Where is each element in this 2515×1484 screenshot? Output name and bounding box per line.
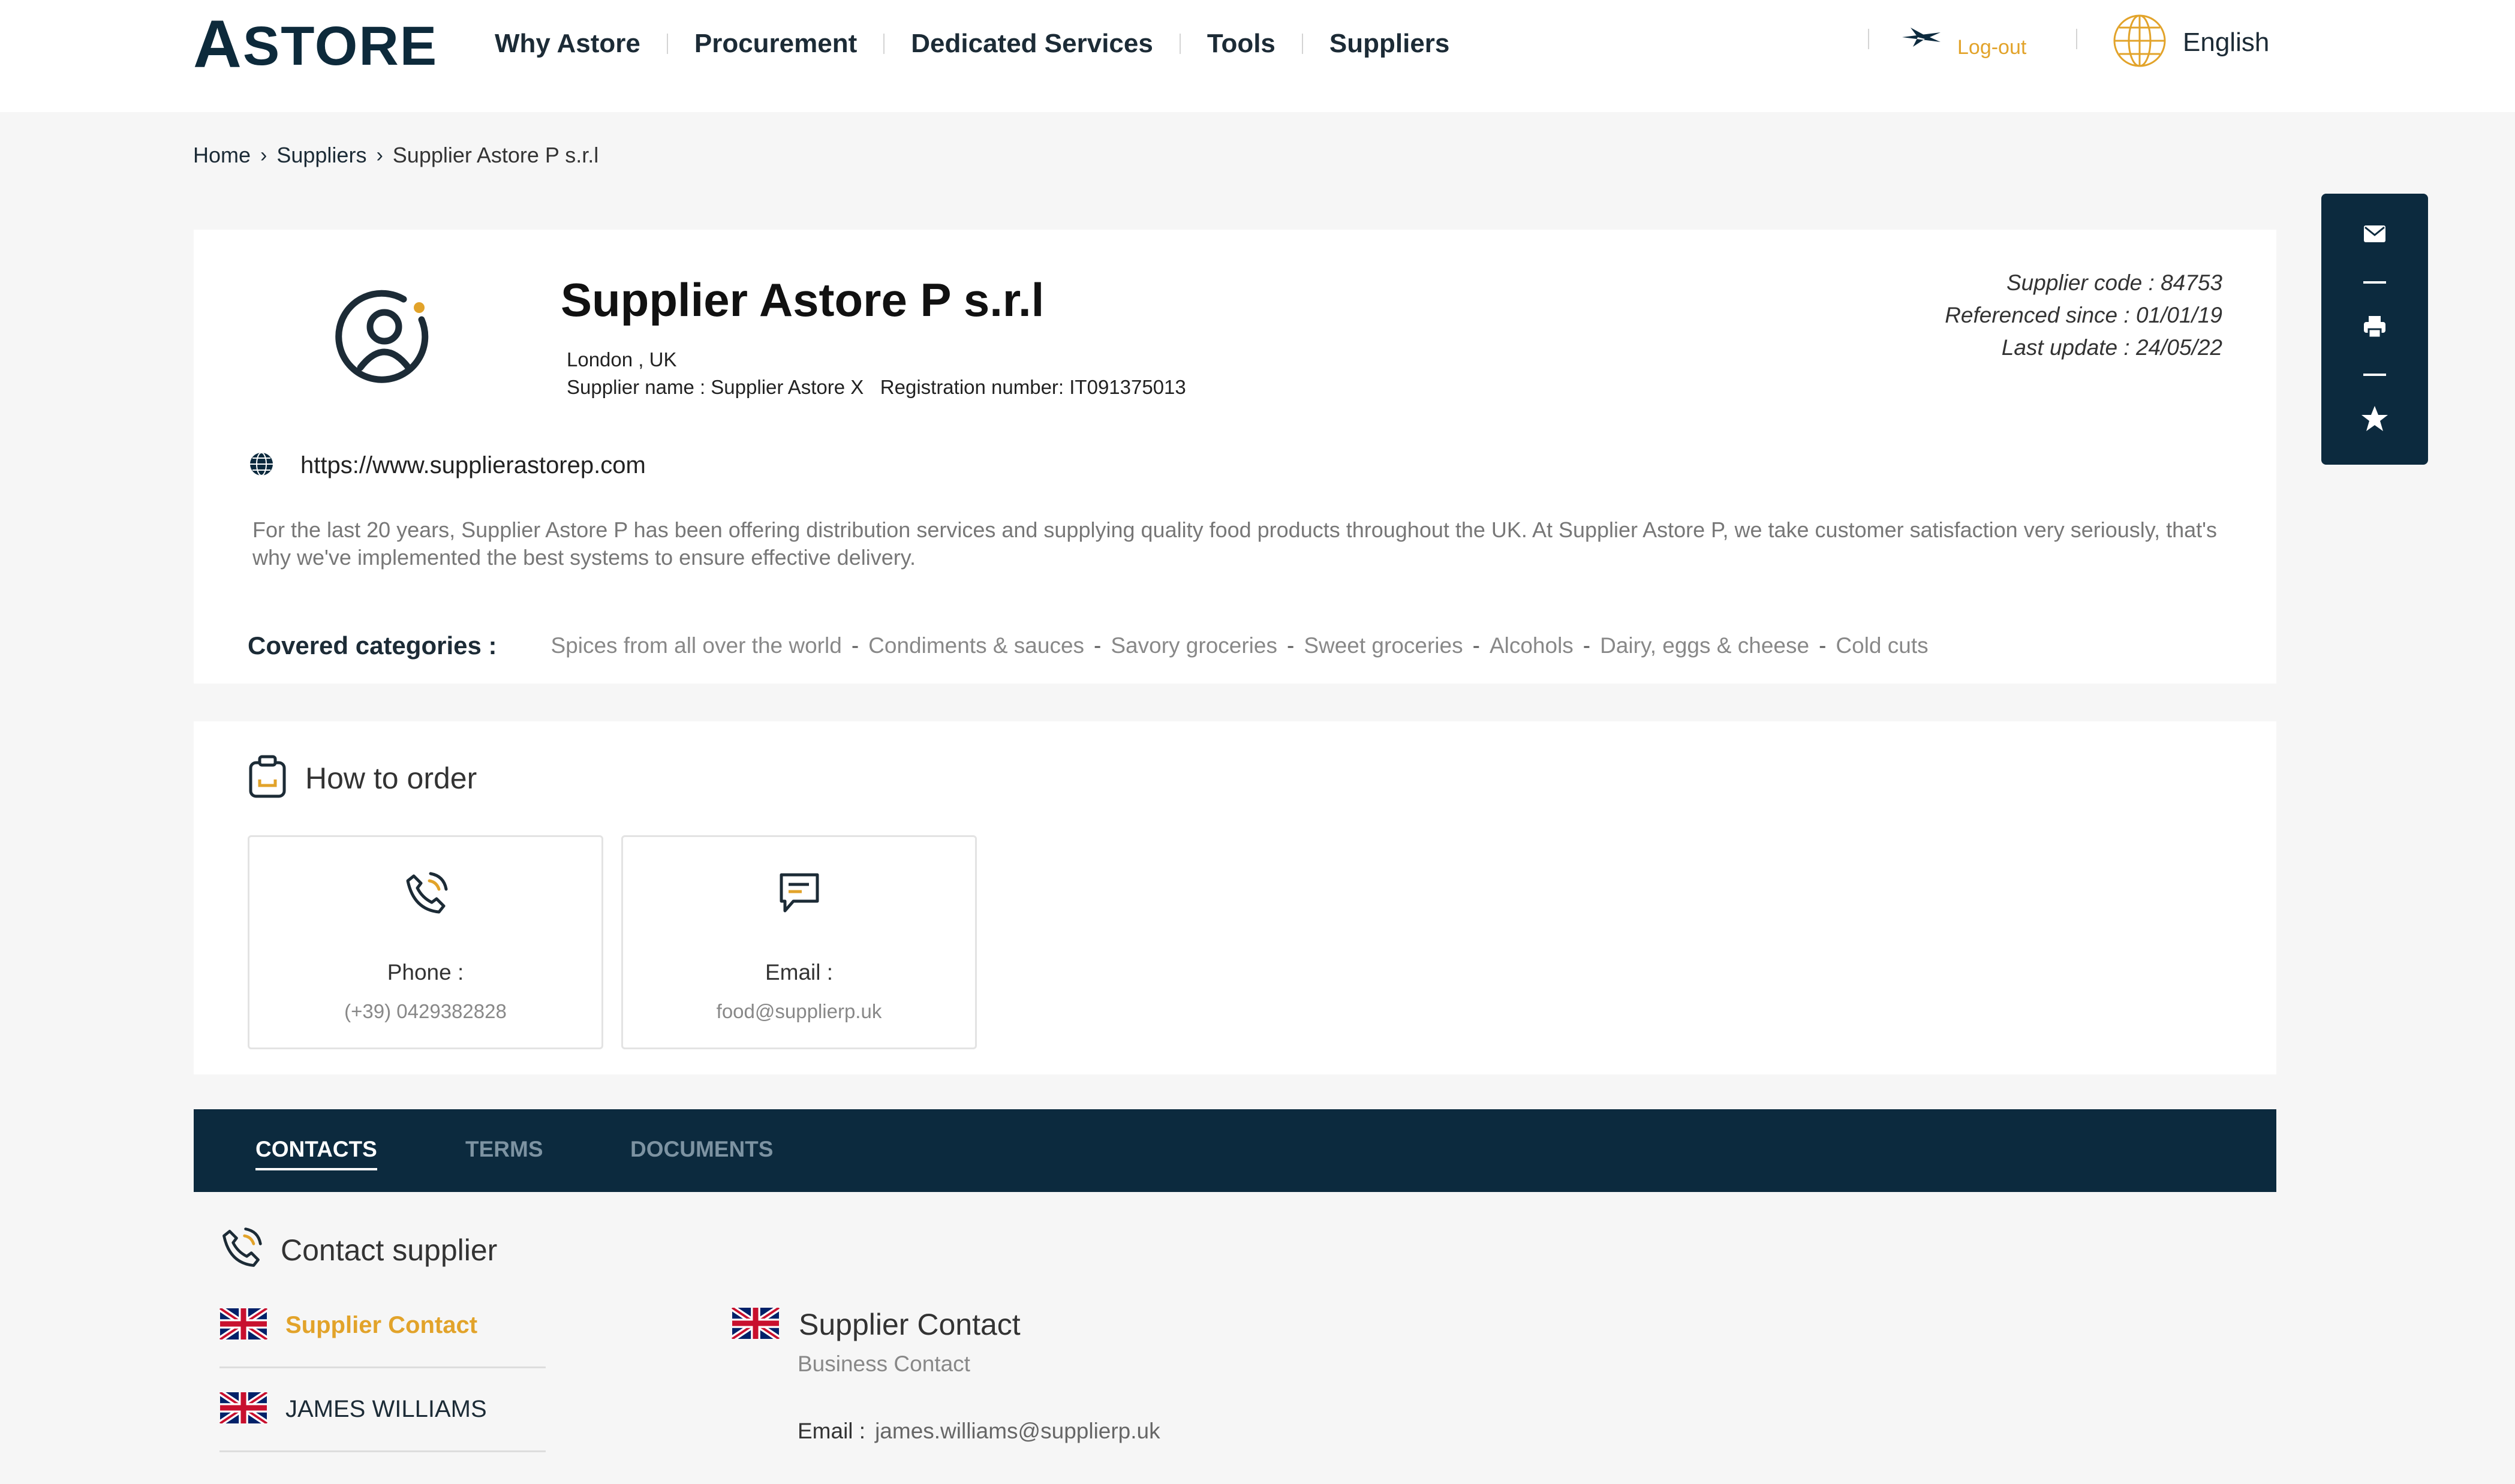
category-item: Condiments & sauces bbox=[868, 633, 1085, 658]
phone-order-box[interactable]: Phone : (+39) 0429382828 bbox=[248, 835, 603, 1049]
logout-button[interactable]: Log-out bbox=[1901, 24, 2026, 59]
top-header: A STORE Why Astore Procurement Dedicated … bbox=[0, 0, 2515, 112]
header-divider bbox=[2076, 29, 2077, 49]
tab-documents[interactable]: DOCUMENTS bbox=[630, 1137, 773, 1162]
category-separator: - bbox=[1819, 633, 1827, 658]
referenced-since: Referenced since : 01/01/19 bbox=[1945, 303, 2222, 327]
supplier-info-block: Supplier code : 84753 Referenced since :… bbox=[1945, 267, 2222, 364]
logout-label: Log-out bbox=[1957, 36, 2027, 59]
covered-categories: Covered categories : Spices from all ove… bbox=[248, 631, 1929, 660]
chevron-right-icon: › bbox=[260, 143, 267, 167]
supplier-avatar-icon bbox=[332, 284, 437, 389]
uk-flag-icon bbox=[218, 1305, 269, 1342]
breadcrumb-suppliers[interactable]: Suppliers bbox=[276, 143, 366, 168]
contact-detail-email: Email : james.williams@supplierp.uk bbox=[798, 1419, 1160, 1444]
contact-name: Supplier Contact bbox=[285, 1312, 478, 1338]
breadcrumb-current: Supplier Astore P s.r.l bbox=[392, 143, 599, 167]
clipboard-icon bbox=[248, 754, 287, 802]
astore-logo[interactable]: A STORE bbox=[193, 11, 438, 78]
phone-icon bbox=[402, 870, 450, 921]
contact-detail-header: Supplier Contact bbox=[730, 1305, 1021, 1342]
main-nav: Why Astore Procurement Dedicated Service… bbox=[495, 29, 1449, 59]
chevron-right-icon: › bbox=[376, 143, 383, 167]
envelope-icon bbox=[2363, 225, 2386, 246]
category-separator: - bbox=[1583, 633, 1591, 658]
nav-divider bbox=[1179, 34, 1181, 54]
category-item: Alcohols bbox=[1489, 633, 1574, 658]
nav-why-astore[interactable]: Why Astore bbox=[495, 29, 640, 59]
category-separator: - bbox=[1286, 633, 1295, 658]
website-row: https://www.supplierastorep.com bbox=[249, 451, 646, 480]
category-item: Sweet groceries bbox=[1304, 633, 1463, 658]
website-link[interactable]: https://www.supplierastorep.com bbox=[300, 452, 646, 479]
email-value[interactable]: food@supplierp.uk bbox=[623, 1000, 975, 1023]
nav-divider bbox=[1301, 34, 1303, 54]
contact-detail: Supplier Contact Business Contact Email … bbox=[730, 1305, 1160, 1443]
web-globe-icon bbox=[249, 451, 274, 480]
contact-name: JAMES WILLIAMS bbox=[285, 1396, 487, 1422]
header-divider bbox=[1868, 29, 1869, 49]
categories-label: Covered categories : bbox=[248, 631, 497, 660]
chat-message-icon bbox=[775, 870, 823, 921]
nav-divider bbox=[883, 34, 885, 54]
phone-value[interactable]: (+39) 0429382828 bbox=[249, 1000, 601, 1023]
nav-divider bbox=[666, 34, 668, 54]
category-separator: - bbox=[851, 633, 859, 658]
email-order-box[interactable]: Email : food@supplierp.uk bbox=[621, 835, 977, 1049]
supplier-location: London , UK bbox=[567, 348, 677, 371]
nav-tools[interactable]: Tools bbox=[1207, 29, 1275, 59]
supplier-code: Supplier code : 84753 bbox=[2006, 270, 2222, 295]
nav-dedicated-services[interactable]: Dedicated Services bbox=[911, 29, 1153, 59]
tab-contacts[interactable]: CONTACTS bbox=[255, 1137, 377, 1170]
contact-supplier-header: Contact supplier bbox=[218, 1226, 497, 1274]
print-button[interactable] bbox=[2321, 315, 2428, 342]
last-update: Last update : 24/05/22 bbox=[2001, 335, 2222, 360]
tab-terms[interactable]: TERMS bbox=[465, 1137, 543, 1162]
favorite-button[interactable] bbox=[2321, 405, 2428, 435]
supplier-card: Supplier Astore P s.r.l London , UK Supp… bbox=[194, 230, 2276, 684]
email-label: Email : bbox=[798, 1419, 866, 1443]
contact-detail-role: Business Contact bbox=[798, 1351, 970, 1376]
contact-detail-name: Supplier Contact bbox=[799, 1308, 1021, 1341]
how-to-order-header: How to order bbox=[248, 754, 477, 802]
uk-flag-icon bbox=[730, 1305, 781, 1342]
phone-icon bbox=[218, 1226, 264, 1274]
toolbar-divider bbox=[2363, 374, 2386, 376]
nav-procurement[interactable]: Procurement bbox=[694, 29, 857, 59]
category-item: Dairy, eggs & cheese bbox=[1600, 633, 1810, 658]
globe-icon bbox=[2112, 13, 2167, 71]
how-to-order-card: How to order Phone : (+39) 0429382828 Em… bbox=[194, 721, 2276, 1074]
category-item: Cold cuts bbox=[1836, 633, 1929, 658]
phone-label: Phone : bbox=[387, 960, 464, 985]
star-icon bbox=[2360, 405, 2389, 435]
how-to-order-title: How to order bbox=[305, 761, 477, 795]
contact-list-item[interactable]: Supplier Contact bbox=[218, 1284, 546, 1368]
language-selector[interactable]: English bbox=[2112, 13, 2269, 71]
tabs-bar: CONTACTS TERMS DOCUMENTS bbox=[194, 1109, 2276, 1192]
supplier-title: Supplier Astore P s.r.l bbox=[561, 273, 1045, 326]
category-separator: - bbox=[1472, 633, 1480, 658]
category-item: Spices from all over the world bbox=[550, 633, 842, 658]
toolbar-divider bbox=[2363, 281, 2386, 284]
supplier-meta: Supplier name : Supplier Astore X Regist… bbox=[567, 376, 1186, 398]
email-value[interactable]: james.williams@supplierp.uk bbox=[875, 1419, 1160, 1443]
breadcrumb: Home › Suppliers › Supplier Astore P s.r… bbox=[193, 143, 598, 168]
nav-suppliers[interactable]: Suppliers bbox=[1329, 29, 1450, 59]
breadcrumb-home[interactable]: Home bbox=[193, 143, 251, 168]
side-toolbar bbox=[2321, 194, 2428, 465]
contact-list-item[interactable]: JAMES WILLIAMS bbox=[218, 1368, 546, 1452]
email-share-button[interactable] bbox=[2321, 225, 2428, 246]
contact-supplier-title: Contact supplier bbox=[281, 1233, 498, 1267]
category-item: Savory groceries bbox=[1111, 633, 1277, 658]
email-label: Email : bbox=[765, 960, 834, 985]
category-separator: - bbox=[1094, 633, 1102, 658]
printer-icon bbox=[2363, 315, 2387, 342]
language-label: English bbox=[2183, 27, 2270, 57]
supplier-description: For the last 20 years, Supplier Astore P… bbox=[252, 517, 2217, 570]
uk-flag-icon bbox=[218, 1389, 269, 1426]
plane-icon bbox=[1901, 24, 1942, 51]
